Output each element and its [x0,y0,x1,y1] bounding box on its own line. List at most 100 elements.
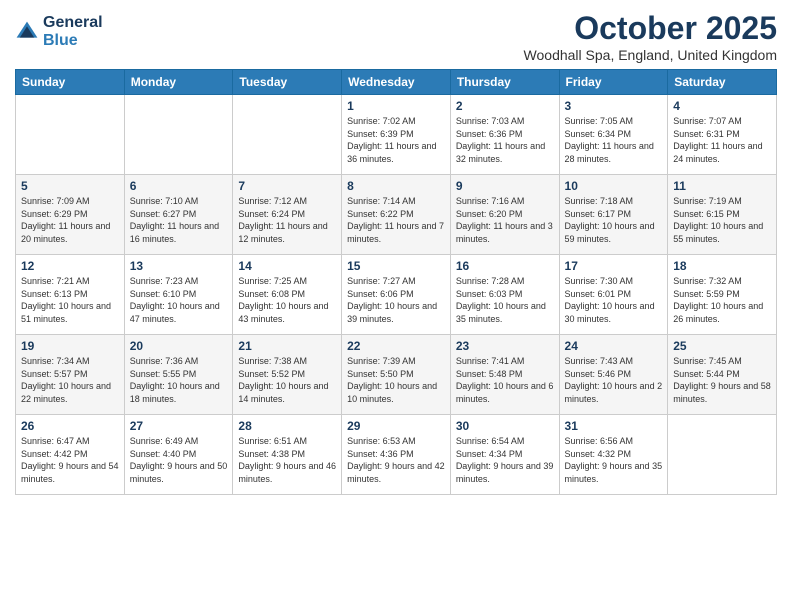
calendar-cell: 30 Sunrise: 6:54 AM Sunset: 4:34 PM Dayli… [450,415,559,495]
header: General Blue October 2025 Woodhall Spa, … [15,10,777,63]
calendar-cell: 8 Sunrise: 7:14 AM Sunset: 6:22 PM Daylig… [342,175,451,255]
day-number: 19 [21,339,119,353]
logo-icon [15,20,39,44]
day-number: 28 [238,419,336,433]
day-info: Sunrise: 7:36 AM Sunset: 5:55 PM Dayligh… [130,355,228,405]
calendar-row-4: 26Sunrise: 6:47 AM Sunset: 4:42 PM Dayli… [16,415,777,495]
page: General Blue October 2025 Woodhall Spa, … [0,0,792,612]
calendar-cell: 22 Sunrise: 7:39 AM Sunset: 5:50 PM Dayli… [342,335,451,415]
day-info: Sunrise: 7:21 AM Sunset: 6:13 PM Dayligh… [21,275,119,325]
calendar-cell: 14 Sunrise: 7:25 AM Sunset: 6:08 PM Dayli… [233,255,342,335]
day-number: 2 [456,99,554,113]
day-number: 11 [673,179,771,193]
day-info: Sunrise: 7:03 AM Sunset: 6:36 PM Dayligh… [456,115,554,165]
col-sunday: Sunday [16,70,125,95]
calendar-cell: 12Sunrise: 7:21 AM Sunset: 6:13 PM Dayli… [16,255,125,335]
calendar-table: Sunday Monday Tuesday Wednesday Thursday… [15,69,777,495]
calendar-cell: 1 Sunrise: 7:02 AM Sunset: 6:39 PM Daylig… [342,95,451,175]
calendar-cell: 23 Sunrise: 7:41 AM Sunset: 5:48 PM Dayli… [450,335,559,415]
calendar-cell: 13 Sunrise: 7:23 AM Sunset: 6:10 PM Dayli… [124,255,233,335]
day-number: 29 [347,419,445,433]
day-info: Sunrise: 7:34 AM Sunset: 5:57 PM Dayligh… [21,355,119,405]
day-info: Sunrise: 7:19 AM Sunset: 6:15 PM Dayligh… [673,195,771,245]
day-number: 22 [347,339,445,353]
day-info: Sunrise: 6:54 AM Sunset: 4:34 PM Dayligh… [456,435,554,485]
day-info: Sunrise: 7:05 AM Sunset: 6:34 PM Dayligh… [565,115,663,165]
calendar-cell: 6 Sunrise: 7:10 AM Sunset: 6:27 PM Daylig… [124,175,233,255]
day-number: 15 [347,259,445,273]
day-number: 27 [130,419,228,433]
day-info: Sunrise: 7:41 AM Sunset: 5:48 PM Dayligh… [456,355,554,405]
calendar-cell: 29 Sunrise: 6:53 AM Sunset: 4:36 PM Dayli… [342,415,451,495]
day-info: Sunrise: 7:23 AM Sunset: 6:10 PM Dayligh… [130,275,228,325]
calendar-cell [233,95,342,175]
day-number: 7 [238,179,336,193]
logo-blue: Blue [43,32,103,50]
day-info: Sunrise: 6:53 AM Sunset: 4:36 PM Dayligh… [347,435,445,485]
calendar-cell: 9Sunrise: 7:16 AM Sunset: 6:20 PM Daylig… [450,175,559,255]
day-info: Sunrise: 7:38 AM Sunset: 5:52 PM Dayligh… [238,355,336,405]
calendar-header-row: Sunday Monday Tuesday Wednesday Thursday… [16,70,777,95]
day-info: Sunrise: 6:56 AM Sunset: 4:32 PM Dayligh… [565,435,663,485]
day-number: 10 [565,179,663,193]
day-number: 30 [456,419,554,433]
title-block: October 2025 Woodhall Spa, England, Unit… [524,10,777,63]
logo-text: General Blue [43,14,103,49]
day-info: Sunrise: 7:10 AM Sunset: 6:27 PM Dayligh… [130,195,228,245]
day-info: Sunrise: 7:45 AM Sunset: 5:44 PM Dayligh… [673,355,771,405]
day-number: 23 [456,339,554,353]
day-number: 20 [130,339,228,353]
calendar-cell: 3Sunrise: 7:05 AM Sunset: 6:34 PM Daylig… [559,95,668,175]
calendar-cell [668,415,777,495]
day-info: Sunrise: 7:02 AM Sunset: 6:39 PM Dayligh… [347,115,445,165]
logo-general: General [43,14,103,32]
day-number: 4 [673,99,771,113]
day-info: Sunrise: 7:43 AM Sunset: 5:46 PM Dayligh… [565,355,663,405]
day-number: 26 [21,419,119,433]
day-info: Sunrise: 7:25 AM Sunset: 6:08 PM Dayligh… [238,275,336,325]
calendar-cell: 15 Sunrise: 7:27 AM Sunset: 6:06 PM Dayli… [342,255,451,335]
calendar-row-2: 12Sunrise: 7:21 AM Sunset: 6:13 PM Dayli… [16,255,777,335]
calendar-cell [124,95,233,175]
calendar-cell: 16Sunrise: 7:28 AM Sunset: 6:03 PM Dayli… [450,255,559,335]
col-wednesday: Wednesday [342,70,451,95]
calendar-cell: 17Sunrise: 7:30 AM Sunset: 6:01 PM Dayli… [559,255,668,335]
calendar-row-0: 1 Sunrise: 7:02 AM Sunset: 6:39 PM Daylig… [16,95,777,175]
day-number: 5 [21,179,119,193]
day-number: 16 [456,259,554,273]
day-number: 14 [238,259,336,273]
day-number: 6 [130,179,228,193]
day-info: Sunrise: 7:12 AM Sunset: 6:24 PM Dayligh… [238,195,336,245]
day-info: Sunrise: 7:27 AM Sunset: 6:06 PM Dayligh… [347,275,445,325]
day-number: 17 [565,259,663,273]
calendar-cell: 21Sunrise: 7:38 AM Sunset: 5:52 PM Dayli… [233,335,342,415]
calendar-cell: 20 Sunrise: 7:36 AM Sunset: 5:55 PM Dayli… [124,335,233,415]
day-number: 13 [130,259,228,273]
calendar-cell: 24Sunrise: 7:43 AM Sunset: 5:46 PM Dayli… [559,335,668,415]
day-number: 8 [347,179,445,193]
day-number: 18 [673,259,771,273]
calendar-cell: 28Sunrise: 6:51 AM Sunset: 4:38 PM Dayli… [233,415,342,495]
day-number: 1 [347,99,445,113]
day-info: Sunrise: 7:14 AM Sunset: 6:22 PM Dayligh… [347,195,445,245]
calendar-cell: 26Sunrise: 6:47 AM Sunset: 4:42 PM Dayli… [16,415,125,495]
day-number: 9 [456,179,554,193]
col-thursday: Thursday [450,70,559,95]
logo: General Blue [15,14,103,49]
calendar-cell: 4 Sunrise: 7:07 AM Sunset: 6:31 PM Daylig… [668,95,777,175]
month-title: October 2025 [524,10,777,47]
day-info: Sunrise: 7:18 AM Sunset: 6:17 PM Dayligh… [565,195,663,245]
calendar-cell: 31Sunrise: 6:56 AM Sunset: 4:32 PM Dayli… [559,415,668,495]
calendar-cell [16,95,125,175]
calendar-cell: 7 Sunrise: 7:12 AM Sunset: 6:24 PM Daylig… [233,175,342,255]
day-info: Sunrise: 7:32 AM Sunset: 5:59 PM Dayligh… [673,275,771,325]
day-info: Sunrise: 7:07 AM Sunset: 6:31 PM Dayligh… [673,115,771,165]
calendar-row-1: 5Sunrise: 7:09 AM Sunset: 6:29 PM Daylig… [16,175,777,255]
calendar-cell: 10 Sunrise: 7:18 AM Sunset: 6:17 PM Dayli… [559,175,668,255]
calendar-body: 1 Sunrise: 7:02 AM Sunset: 6:39 PM Daylig… [16,95,777,495]
day-info: Sunrise: 6:49 AM Sunset: 4:40 PM Dayligh… [130,435,228,485]
col-friday: Friday [559,70,668,95]
day-info: Sunrise: 7:39 AM Sunset: 5:50 PM Dayligh… [347,355,445,405]
col-tuesday: Tuesday [233,70,342,95]
calendar-cell: 2 Sunrise: 7:03 AM Sunset: 6:36 PM Daylig… [450,95,559,175]
